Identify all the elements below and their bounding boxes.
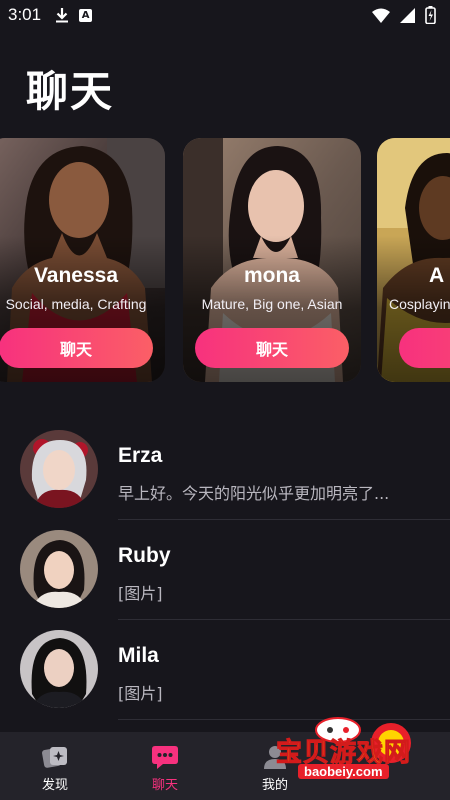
chat-name: Erza: [118, 444, 163, 467]
avatar: [20, 630, 98, 708]
chat-last-message: 早上好。今天的阳光似乎更加明亮了...: [118, 484, 390, 503]
character-carousel[interactable]: Vanessa Social, media, Crafting 聊天 mona …: [0, 138, 450, 383]
chat-button[interactable]: [399, 328, 450, 368]
page-title: 聊天: [26, 67, 115, 116]
chat-button[interactable]: 聊天: [195, 328, 349, 368]
character-card-third[interactable]: A Cosplayin: [377, 138, 450, 382]
character-tags: Mature, Big one, Asian: [201, 296, 343, 312]
tab-label: 聊天: [151, 778, 178, 793]
a-notification-icon: A: [79, 8, 93, 22]
tab-chat[interactable]: 聊天: [110, 732, 220, 800]
chat-name: Mila: [118, 644, 159, 667]
tab-label: 发现: [41, 778, 68, 793]
watermark-url: baobeiy.com: [298, 764, 389, 779]
chat-last-message: [图片]: [118, 684, 163, 703]
status-system-icons: [372, 6, 436, 24]
chat-list-item[interactable]: Ruby [图片]: [0, 520, 450, 620]
signal-icon: [400, 7, 415, 23]
character-card-vanessa[interactable]: Vanessa Social, media, Crafting 聊天: [0, 138, 165, 382]
character-name: Vanessa: [33, 264, 119, 287]
status-notifications: A: [55, 7, 93, 23]
tab-discover[interactable]: 发现: [0, 732, 110, 800]
character-card-mona[interactable]: mona Mature, Big one, Asian 聊天: [183, 138, 361, 382]
character-tags: Social, media, Crafting: [5, 296, 147, 312]
discover-icon: [42, 747, 67, 768]
character-name: mona: [243, 264, 300, 287]
status-bar: 3:01 A: [0, 0, 450, 30]
chat-list: Erza 早上好。今天的阳光似乎更加明亮了... Ruby [图片] Mila: [0, 420, 450, 720]
character-name: A: [429, 264, 445, 287]
download-icon: [56, 8, 69, 23]
chat-bubble-icon: [152, 746, 178, 769]
character-tags: Cosplayin: [389, 296, 450, 312]
avatar: [20, 430, 98, 508]
wifi-icon: [372, 8, 390, 23]
avatar: [20, 530, 98, 608]
site-watermark: 宝贝游戏网 baobeiy.com: [268, 717, 448, 788]
chat-last-message: [图片]: [118, 584, 163, 603]
status-time: 3:01: [8, 5, 42, 24]
chat-button[interactable]: 聊天: [0, 328, 153, 368]
battery-icon: [425, 6, 436, 24]
chat-list-item[interactable]: Mila [图片]: [0, 620, 450, 720]
chat-list-item[interactable]: Erza 早上好。今天的阳光似乎更加明亮了...: [0, 420, 450, 520]
chat-name: Ruby: [118, 544, 171, 567]
